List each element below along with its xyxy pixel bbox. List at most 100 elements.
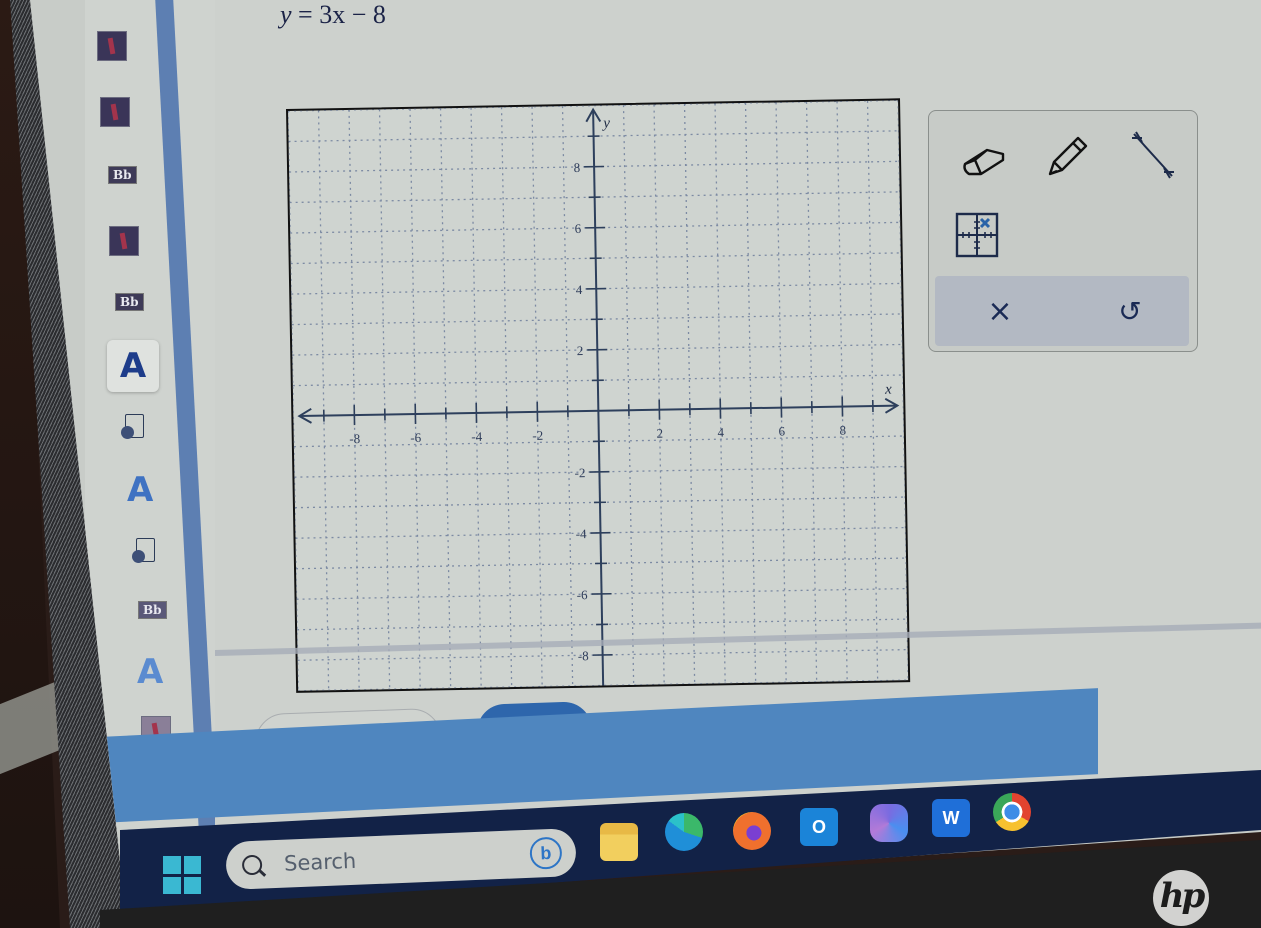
grid-line-vertical (622, 105, 635, 685)
search-icon (241, 854, 263, 876)
grid-line-vertical (653, 104, 665, 685)
edge-icon (665, 813, 703, 851)
x-tick-label: 6 (778, 424, 785, 439)
y-axis (592, 109, 605, 686)
x-tick-label: 8 (839, 422, 846, 437)
taskbar-app-firefox[interactable] (733, 812, 771, 850)
sidebar-item-image-3[interactable] (109, 226, 139, 256)
grid-line-vertical (683, 104, 696, 684)
equation-lhs: y (280, 0, 292, 29)
screen: Bb Bb A A Bb A + y = 3x − 8 -8-6-4-22468… (30, 0, 1261, 910)
line-tool-button[interactable] (1127, 129, 1179, 181)
undo-icon: ↺ (1118, 294, 1142, 328)
equation-prompt: y = 3x − 8 (280, 0, 386, 30)
grid-line-vertical (714, 103, 726, 684)
grid-line-vertical (288, 110, 299, 691)
bb-badge-icon: Bb (115, 293, 144, 311)
letter-a-icon: A (137, 652, 164, 692)
eraser-tool-button[interactable] (957, 136, 1009, 188)
grid-line-vertical (439, 108, 452, 689)
hp-logo: hp (1153, 870, 1209, 926)
grid-line-vertical (866, 100, 879, 681)
y-tick-label: 2 (577, 343, 584, 358)
document-icon (121, 414, 144, 440)
x-tick-label: -8 (349, 431, 360, 446)
graph-tool-panel: × ↺ (928, 110, 1198, 352)
eraser-icon (963, 148, 1005, 176)
folder-icon (600, 823, 638, 861)
image-thumbnail-icon (100, 97, 130, 127)
pencil-tool-button[interactable] (1041, 129, 1093, 181)
pencil-icon (1048, 136, 1088, 176)
plot-point-icon (955, 212, 999, 258)
taskbar-app-word[interactable]: W (932, 799, 970, 837)
y-tick-label: 4 (576, 282, 583, 297)
grid-line-vertical (409, 108, 421, 689)
x-tick-label: -4 (471, 429, 483, 444)
grid-line-vertical (317, 110, 330, 691)
sidebar-item-a-active[interactable]: A (107, 340, 159, 392)
grid-line-vertical (561, 106, 574, 687)
taskbar-app-chrome[interactable] (993, 793, 1031, 831)
grid-line-vertical (744, 102, 757, 683)
sidebar-item-a-3[interactable]: A (137, 652, 163, 692)
letter-a-icon: A (119, 346, 147, 386)
bing-chat-icon[interactable]: b (529, 836, 563, 870)
sidebar-item-bb-3[interactable]: Bb (138, 601, 167, 619)
image-thumbnail-icon (97, 31, 127, 61)
x-axis-label: x (884, 382, 892, 398)
y-tick-label: 6 (575, 221, 582, 236)
y-tick-label: -6 (577, 587, 589, 602)
bb-badge-icon: Bb (138, 601, 167, 619)
grid-line-vertical (531, 106, 543, 687)
grid-line-vertical (348, 109, 360, 690)
x-tick-label: -6 (410, 430, 422, 445)
taskbar-app-copilot[interactable] (870, 804, 908, 842)
graph-action-bar: × ↺ (935, 276, 1189, 346)
x-tick-label: 4 (717, 425, 724, 440)
image-thumbnail-icon (109, 226, 139, 256)
y-tick-label: -4 (576, 526, 588, 541)
y-tick-label: -2 (574, 465, 585, 480)
undo-button[interactable]: ↺ (1105, 288, 1155, 334)
graphing-canvas[interactable]: -8 -6 -4 -2 2 4 6 8 8 6 4 2 -2 -4 -6 -8 x y (286, 98, 911, 693)
sidebar-item-bb-1[interactable]: Bb (108, 166, 137, 184)
search-placeholder: Search (283, 848, 357, 876)
sidebar-item-image-1[interactable] (97, 31, 127, 61)
bb-badge-icon: Bb (108, 166, 137, 184)
grid-line-vertical (805, 101, 818, 682)
sidebar-item-image-2[interactable] (100, 97, 130, 127)
x-tick-label: 2 (656, 426, 663, 441)
start-button[interactable] (163, 856, 201, 894)
taskbar-app-file-explorer[interactable] (600, 823, 638, 861)
sidebar-item-a-2[interactable]: A (127, 470, 153, 510)
sidebar-item-bb-2[interactable]: Bb (115, 293, 144, 311)
coordinate-plane[interactable]: -8 -6 -4 -2 2 4 6 8 8 6 4 2 -2 -4 -6 -8 x y (288, 100, 909, 691)
y-tick-label: 8 (573, 160, 580, 175)
sidebar-item-doc-1[interactable] (121, 414, 144, 440)
equals-sign: = (298, 0, 313, 29)
point-tool-button[interactable] (951, 209, 1003, 261)
grid-line-vertical (500, 107, 513, 688)
close-icon: × (987, 293, 1013, 329)
x-tick-label: -2 (532, 428, 543, 443)
chrome-icon (993, 793, 1031, 831)
m365-copilot-icon (870, 804, 908, 842)
sidebar-item-doc-2[interactable] (132, 538, 155, 564)
y-axis-label: y (601, 115, 610, 131)
grid-line-vertical (897, 100, 909, 681)
grid-line-vertical (470, 107, 482, 688)
taskbar-app-outlook[interactable]: O (800, 808, 838, 846)
windows-logo-icon (163, 856, 201, 894)
document-icon (132, 538, 155, 564)
line-segment-icon (1132, 131, 1174, 179)
firefox-icon (733, 812, 771, 850)
taskbar-app-edge[interactable] (665, 813, 703, 851)
grid-line-vertical (378, 109, 391, 690)
word-icon: W (932, 799, 970, 837)
clear-graph-button[interactable]: × (975, 288, 1025, 334)
outlook-icon: O (800, 808, 838, 846)
grid-line-vertical (775, 102, 787, 683)
equation-rhs: 3x − 8 (319, 0, 386, 29)
letter-a-icon: A (127, 470, 154, 510)
